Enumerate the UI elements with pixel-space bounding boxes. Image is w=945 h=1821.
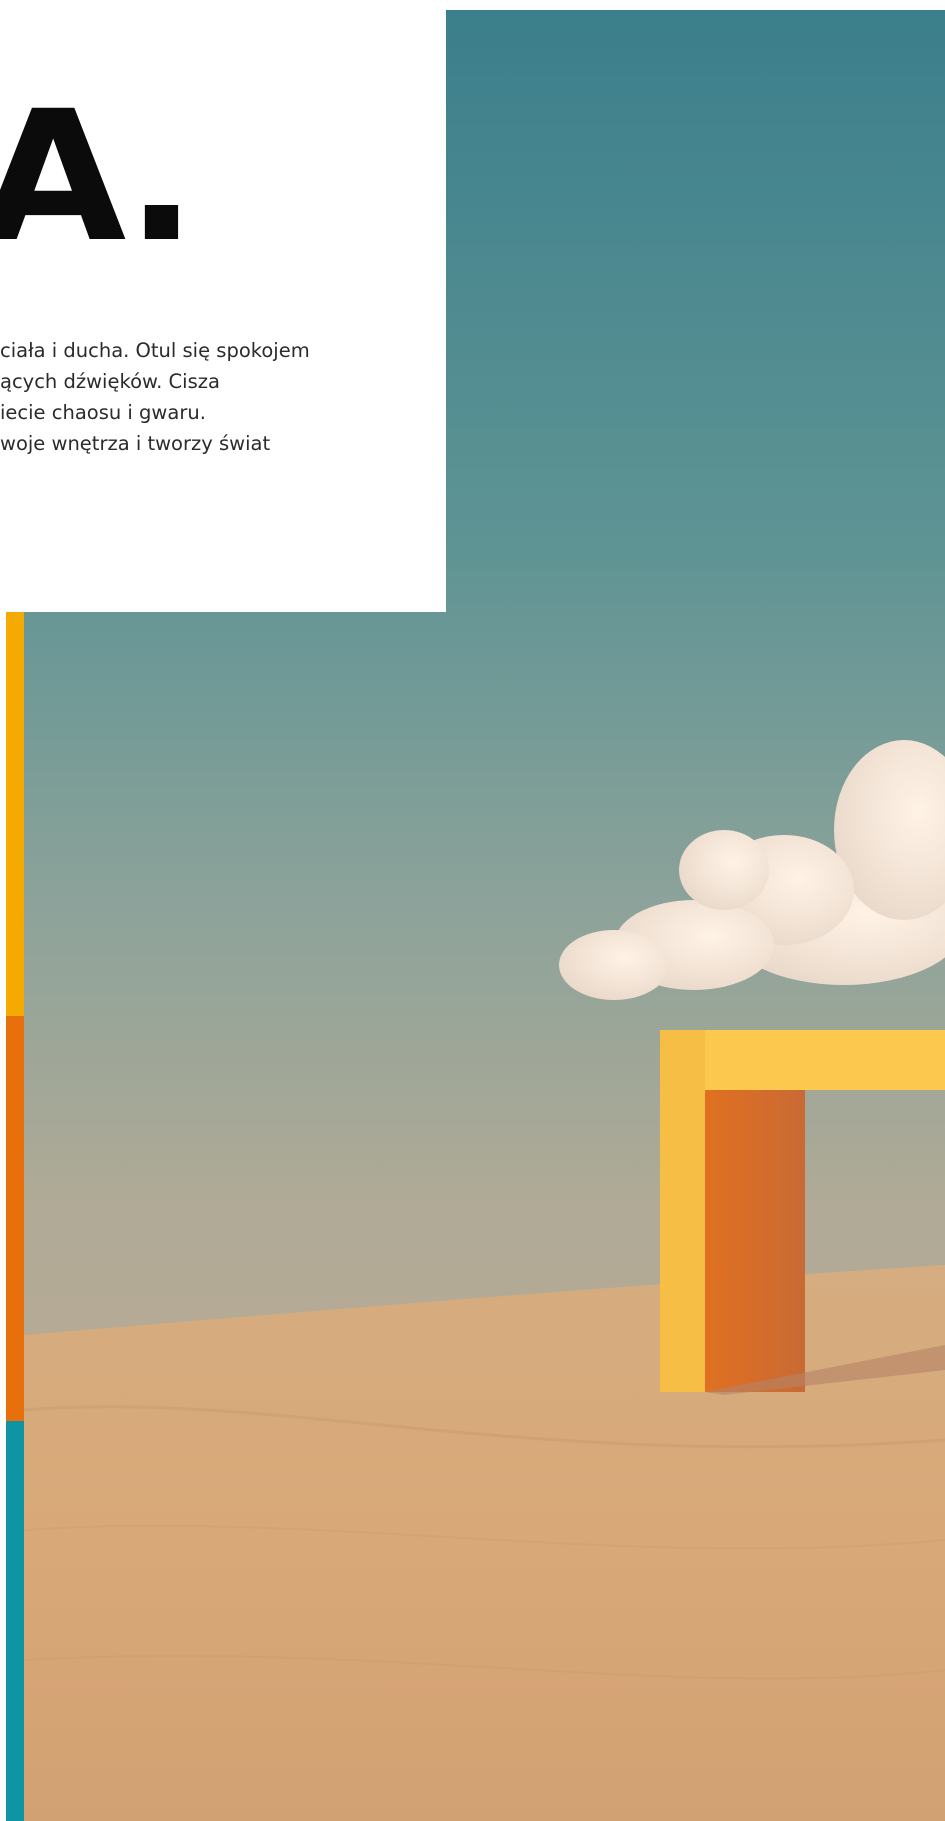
headline: A. <box>0 73 197 282</box>
accent-bar-yellow <box>6 611 24 1016</box>
text-card: A. ciała i ducha. Otul się spokojem ącyc… <box>0 0 446 612</box>
body-line: woje wnętrza i tworzy świat <box>0 432 271 455</box>
body-paragraph: ciała i ducha. Otul się spokojem ących d… <box>0 335 360 459</box>
body-line: ących dźwięków. Cisza <box>0 370 220 393</box>
accent-bar-orange <box>6 1016 24 1421</box>
body-line: ciała i ducha. Otul się spokojem <box>0 339 310 362</box>
body-line: iecie chaosu i gwaru. <box>0 401 206 424</box>
accent-bar-teal <box>6 1421 24 1821</box>
